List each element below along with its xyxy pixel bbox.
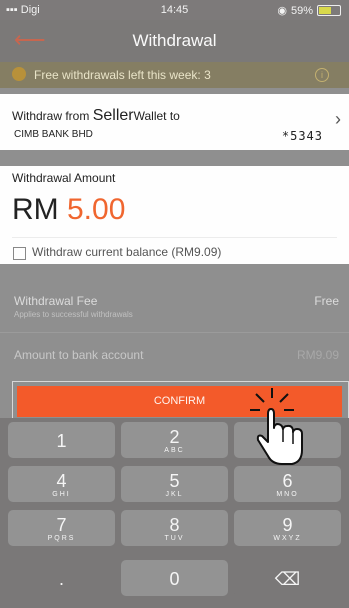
bank-account-row[interactable]: Withdraw from SellerWallet to CIMB BANK … bbox=[0, 94, 349, 150]
seller-label: Seller bbox=[92, 107, 134, 124]
divider bbox=[12, 237, 337, 238]
amount-to-bank-value: RM9.09 bbox=[296, 348, 339, 362]
key-0[interactable]: 0 bbox=[121, 560, 228, 596]
withdrawal-amount-label: Withdrawal Amount bbox=[12, 171, 116, 185]
withdraw-balance-label[interactable]: Withdraw current balance (RM9.09) bbox=[32, 245, 221, 259]
key-8[interactable]: 8 TUV bbox=[121, 510, 228, 546]
withdrawal-amount-input[interactable]: RM 5.00 bbox=[12, 193, 125, 227]
key-5[interactable]: 5 JKL bbox=[121, 466, 228, 502]
page-title: Withdrawal bbox=[132, 31, 217, 50]
divider bbox=[0, 332, 349, 333]
key-decimal[interactable]: . bbox=[8, 560, 115, 596]
withdrawal-fee-sub: Applies to successful withdrawals bbox=[14, 310, 133, 319]
battery-percent: 59% bbox=[290, 4, 313, 17]
amount-value: 5.00 bbox=[67, 193, 126, 226]
key-6[interactable]: 6 MNO bbox=[234, 466, 341, 502]
bank-name: CIMB BANK BHD bbox=[14, 129, 93, 140]
status-right: ◉ 59% bbox=[277, 4, 341, 17]
account-number: *5343 bbox=[281, 129, 323, 143]
nav-bar: ⟵ Withdrawal bbox=[0, 20, 349, 62]
withdrawal-fee-value: Free bbox=[314, 294, 339, 308]
withdraw-balance-checkbox[interactable] bbox=[13, 247, 26, 260]
withdraw-from-label: Withdraw from SellerWallet to bbox=[12, 107, 180, 124]
info-icon[interactable]: i bbox=[315, 68, 329, 82]
tap-hand-icon bbox=[250, 388, 303, 465]
backspace-key[interactable]: ⌫ bbox=[234, 560, 341, 596]
key-9[interactable]: 9 WXYZ bbox=[234, 510, 341, 546]
alarm-icon: ◉ bbox=[277, 5, 287, 17]
key-4[interactable]: 4 GHI bbox=[8, 466, 115, 502]
free-withdrawals-notice: Free withdrawals left this week: 3 i bbox=[0, 62, 349, 88]
key-7[interactable]: 7 PQRS bbox=[8, 510, 115, 546]
fee-summary: Withdrawal Fee Applies to successful wit… bbox=[0, 282, 349, 378]
key-2[interactable]: 2 ABC bbox=[121, 422, 228, 458]
status-bar: ▪▪▪ Digi 14:45 ◉ 59% bbox=[0, 0, 349, 20]
withdrawal-fee-label: Withdrawal Fee bbox=[14, 294, 98, 308]
chevron-right-icon: › bbox=[335, 109, 341, 129]
currency-label: RM bbox=[12, 193, 59, 226]
notice-text: Free withdrawals left this week: 3 bbox=[34, 68, 211, 82]
bell-icon bbox=[12, 67, 26, 81]
battery-icon bbox=[317, 5, 341, 16]
backspace-icon: ⌫ bbox=[274, 569, 301, 589]
key-1[interactable]: 1 bbox=[8, 422, 115, 458]
amount-to-bank-label: Amount to bank account bbox=[14, 348, 144, 362]
withdrawal-amount-card: Withdrawal Amount RM 5.00 Withdraw curre… bbox=[0, 166, 349, 264]
